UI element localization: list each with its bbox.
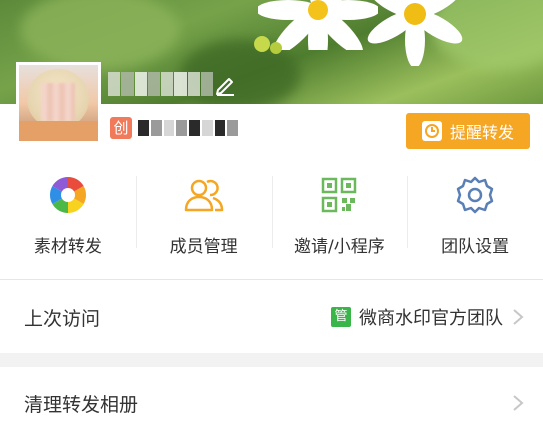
chevron-right-icon	[513, 309, 524, 325]
last-visit-value: 管 微商水印官方团队	[331, 304, 525, 330]
bud-image	[254, 36, 282, 54]
clean-forward-album-row[interactable]: 清理转发相册	[0, 367, 543, 439]
menu-item-team-settings[interactable]: 团队设置	[407, 164, 543, 264]
edit-pencil-icon[interactable]	[214, 74, 236, 96]
qrcode-icon	[322, 177, 357, 213]
avatar-face-mosaic	[41, 83, 75, 121]
section-gap	[0, 353, 543, 367]
manager-badge: 管	[331, 307, 351, 327]
creator-badge: 创	[110, 117, 132, 139]
remind-forward-button[interactable]: 提醒转发	[406, 113, 530, 149]
remind-forward-label: 提醒转发	[449, 123, 514, 142]
user-id-redacted	[138, 120, 238, 136]
chevron-right-icon	[513, 395, 524, 411]
members-icon	[184, 179, 223, 212]
menu-label: 团队设置	[441, 237, 510, 257]
menu-label: 素材转发	[33, 237, 102, 257]
clock-icon	[421, 121, 442, 141]
gear-icon	[456, 176, 494, 214]
clean-album-right	[511, 393, 525, 413]
last-visit-team-name: 微商水印官方团队	[359, 308, 503, 329]
menu-item-member-management[interactable]: 成员管理	[135, 164, 272, 264]
menu-grid: 素材转发 成员管理 邀请/小程序 团队设置	[0, 164, 543, 264]
menu-label: 邀请/小程序	[294, 237, 385, 257]
avatar-shirt	[19, 121, 98, 141]
aperture-icon	[49, 177, 86, 213]
menu-item-invite-miniprogram[interactable]: 邀请/小程序	[271, 164, 408, 264]
divider	[0, 279, 543, 280]
nickname-redacted	[108, 72, 213, 96]
clean-album-title: 清理转发相册	[24, 393, 139, 416]
menu-label: 成员管理	[169, 237, 238, 257]
daisy-flower-image-2	[367, 0, 463, 66]
last-visit-row[interactable]: 上次访问 管 微商水印官方团队	[0, 281, 543, 353]
avatar[interactable]	[16, 62, 101, 144]
last-visit-title: 上次访问	[24, 307, 101, 330]
menu-item-material-forward[interactable]: 素材转发	[0, 164, 136, 264]
